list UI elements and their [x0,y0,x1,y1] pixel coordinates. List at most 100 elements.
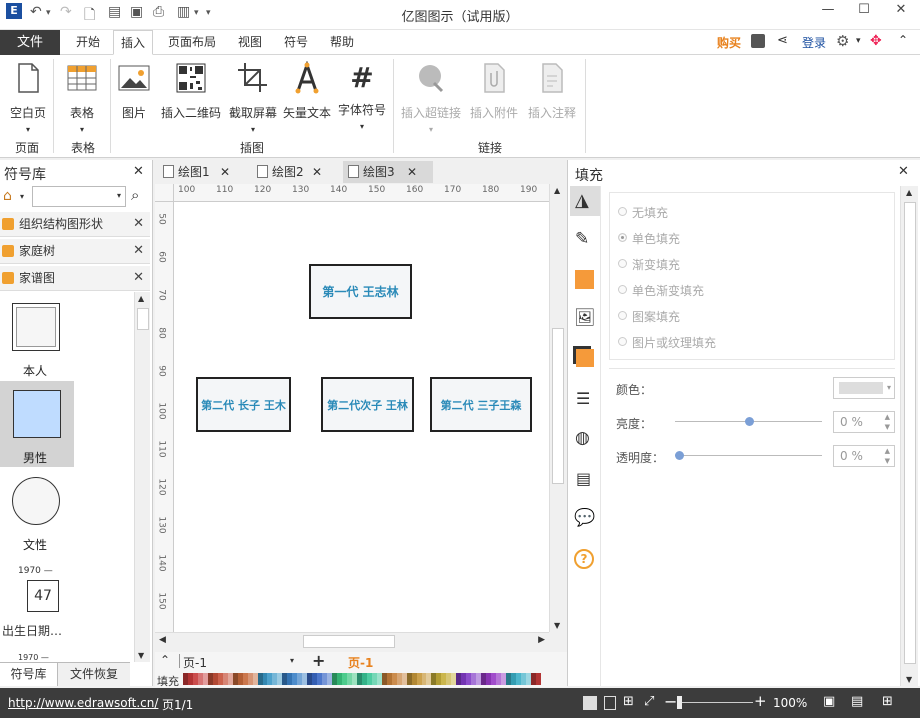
canvas-horizontal-scrollbar[interactable]: ◀ ▶ [155,632,549,650]
close-panel-icon[interactable]: ✕ [898,164,909,179]
screen-capture-button[interactable]: 截取屏幕 ▾ [226,61,280,134]
globe-icon[interactable]: ◍ [575,428,590,448]
home-dropdown-icon[interactable]: ▾ [20,192,24,201]
tab-help[interactable]: 帮助 [322,30,362,55]
settings-dropdown-icon[interactable]: ▾ [856,36,861,46]
page-view-icon[interactable] [583,696,597,710]
tab-page-layout[interactable]: 页面布局 [162,30,222,55]
canvas-vertical-scrollbar[interactable]: ▲ ▼ [549,184,565,632]
insert-note-button[interactable]: 插入注释 [524,61,580,121]
insert-qr-code-button[interactable]: 插入二维码 [158,61,224,121]
fill-bucket-icon[interactable]: ◮ [575,190,589,211]
library-scrollbar[interactable]: ▲ ▼ [134,292,150,662]
node-second-son[interactable]: 第二代次子 王林 [321,377,414,432]
library-item-family-tree[interactable]: 家庭树 ✕ [0,239,150,264]
close-window-button[interactable]: ✕ [887,2,915,24]
fullscreen-icon[interactable]: ⤢ [644,694,654,709]
option-solid-fill[interactable]: 单色填充 [618,230,680,247]
presentation-icon[interactable]: ▤ [851,694,863,709]
color-picker[interactable]: ▾ [833,377,895,399]
tab-symbol[interactable]: 符号 [276,30,316,55]
share-icon[interactable]: ⋖ [777,33,788,48]
login-link[interactable]: 登录 [802,34,826,51]
home-icon[interactable]: ⌂ [3,188,12,204]
close-library-icon[interactable]: ✕ [133,266,144,290]
tab-symbol-library[interactable]: 符号库 [0,662,58,686]
blank-page-button[interactable]: 空白页 ▾ [6,61,50,134]
transparency-slider-handle[interactable] [675,451,684,460]
grid-icon[interactable]: ⊞ [882,694,893,709]
close-tab-icon[interactable]: ✕ [312,161,322,183]
buy-link[interactable]: 购买 [717,34,741,51]
tab-start[interactable]: 开始 [68,30,108,55]
settings-gear-icon[interactable]: ⚙ [836,32,849,50]
account-icon[interactable] [751,34,765,48]
zoom-slider-track[interactable] [677,702,753,703]
tab-file-recovery[interactable]: 文件恢复 [58,662,130,686]
zoom-out-icon[interactable]: − [664,692,677,711]
library-item-org-chart[interactable]: 组织结构图形状 ✕ [0,212,150,237]
option-picture-texture-fill[interactable]: 图片或纹理填充 [618,334,716,351]
close-library-icon[interactable]: ✕ [133,239,144,263]
shape-birth-date[interactable]: 47 [27,580,59,612]
picture-button[interactable]: 图片 [114,61,154,121]
maximize-button[interactable]: ☐ [850,2,878,24]
document-list-icon[interactable]: ☰ [576,389,590,408]
color-swatch[interactable] [535,673,541,685]
brightness-input[interactable]: 0 % ▲ ▼ [833,411,895,433]
fit-page-icon[interactable] [604,696,616,710]
brightness-slider-handle[interactable] [745,417,754,426]
node-first-generation[interactable]: 第一代 王志林 [309,264,412,319]
close-tab-icon[interactable]: ✕ [407,161,417,183]
website-link[interactable]: http://www.edrawsoft.cn/ [8,696,158,710]
attachment-doc-icon[interactable]: ▤ [576,469,591,488]
layer-icon[interactable] [576,349,594,367]
node-eldest-son[interactable]: 第二代 长子 王木 [196,377,291,432]
shape-male[interactable] [13,390,61,438]
option-no-fill[interactable]: 无填充 [618,204,668,221]
shape-female[interactable] [12,477,60,525]
page-nav-up-icon[interactable]: ⌃ [160,653,170,667]
drawing-canvas[interactable]: 第一代 王志林 第二代 长子 王木 第二代次子 王林 第二代 三子王森 [174,202,549,632]
library-search-input[interactable]: ▾ [32,186,126,207]
insert-hyperlink-button[interactable]: 插入超链接 ▾ [398,61,464,134]
insert-attachment-button[interactable]: 插入附件 [466,61,522,121]
theme-icon[interactable]: ✥ [870,33,882,49]
transparency-slider-track[interactable] [675,455,822,456]
doc-tab-drawing2[interactable]: 绘图2 ✕ [252,161,340,183]
file-menu-tab[interactable]: 文件 [0,30,60,55]
close-panel-icon[interactable]: ✕ [133,164,144,179]
transparency-input[interactable]: 0 % ▲ ▼ [833,445,895,467]
table-button[interactable]: 表格 ▾ [60,61,104,134]
line-pen-icon[interactable]: ✎ [575,229,589,249]
page-select[interactable]: 页-1 [183,654,207,671]
doc-tab-drawing3[interactable]: 绘图3 ✕ [343,161,433,183]
panel-scrollbar[interactable]: ▲ ▼ [900,186,918,686]
page-dropdown-icon[interactable]: ▾ [290,656,294,665]
add-page-icon[interactable]: + [312,651,325,670]
image-icon[interactable]: 🖼 [574,308,596,328]
color-swatches[interactable] [183,673,541,685]
font-symbol-button[interactable]: # 字体符号 ▾ [336,61,388,131]
vector-text-button[interactable]: 矢量文本 [281,60,333,121]
close-library-icon[interactable]: ✕ [133,212,144,236]
collapse-ribbon-icon[interactable]: ⌃ [898,33,908,47]
shadow-color-icon[interactable] [575,270,594,289]
close-tab-icon[interactable]: ✕ [220,161,230,183]
tab-view[interactable]: 视图 [230,30,270,55]
tab-insert[interactable]: 插入 [113,30,153,55]
node-third-son[interactable]: 第二代 三子王森 [430,377,532,432]
fit-width-icon[interactable]: ⊞ [623,694,634,709]
search-icon[interactable]: ⌕ [131,186,139,204]
fit-window-icon[interactable]: ▣ [823,694,835,709]
library-item-genealogy[interactable]: 家谱图 ✕ [0,266,150,291]
minimize-button[interactable]: — [814,2,842,24]
doc-tab-drawing1[interactable]: 绘图1 ✕ [158,161,250,183]
comment-icon[interactable]: 💬 [574,508,595,528]
option-gradient-fill[interactable]: 渐变填充 [618,256,680,273]
shape-self[interactable] [12,303,60,351]
zoom-slider-handle[interactable] [677,696,682,709]
option-pattern-fill[interactable]: 图案填充 [618,308,680,325]
help-icon[interactable]: ? [574,549,594,569]
zoom-in-icon[interactable]: + [754,692,767,710]
